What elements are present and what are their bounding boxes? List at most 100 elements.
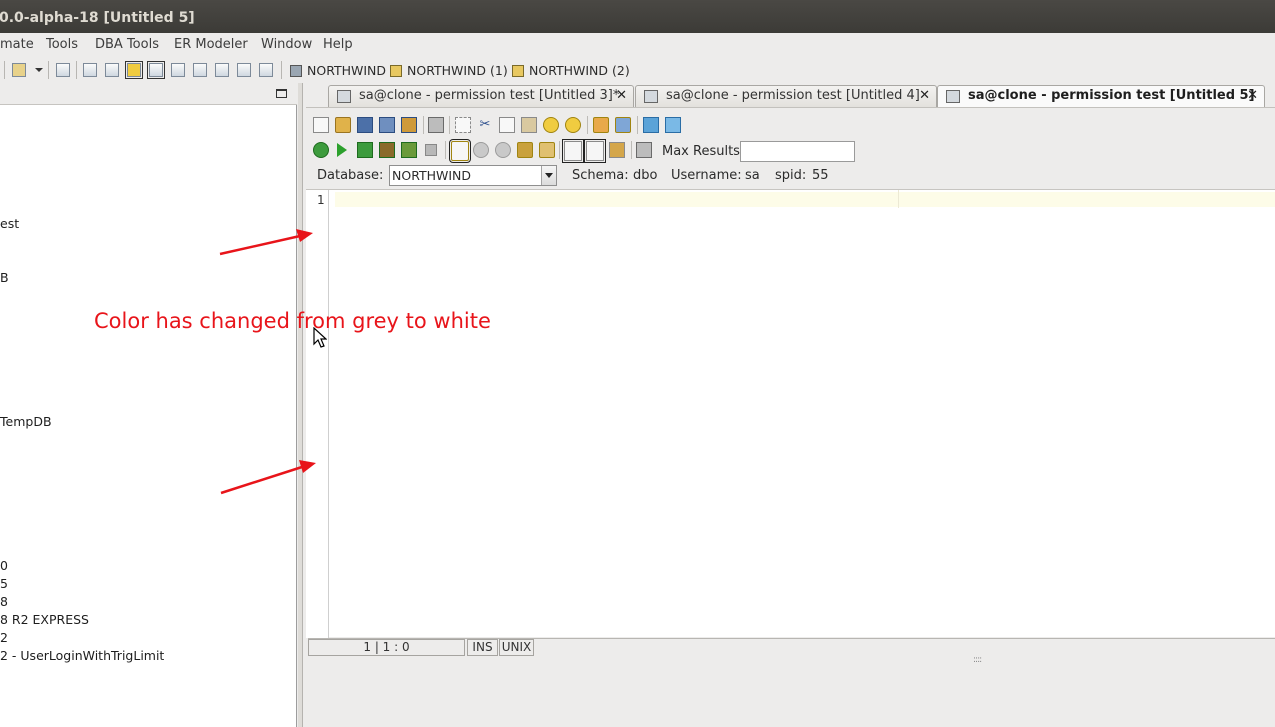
tree-item[interactable]: B (0, 270, 9, 285)
database-select[interactable]: NORTHWIND (389, 165, 557, 186)
tree-item[interactable]: 8 (0, 594, 8, 609)
replace-icon[interactable] (615, 117, 631, 133)
connection-tab-northwind[interactable]: NORTHWIND (290, 63, 386, 78)
copy-icon[interactable] (499, 117, 515, 133)
object-tree-panel: est B TempDB 0 5 8 8 R2 EXPRESS 2 2 - Us… (0, 83, 297, 727)
toolbar-separator (445, 141, 446, 159)
grid-icon[interactable] (147, 61, 165, 79)
rollback-icon[interactable] (495, 142, 511, 158)
export-icon[interactable] (609, 142, 625, 158)
transaction-icon[interactable] (539, 142, 555, 158)
main-toolbar: NORTHWIND NORTHWIND (1) NORTHWIND (2) (0, 57, 1275, 83)
tab-untitled-5[interactable]: sa@clone - permission test [Untitled 5] … (937, 85, 1265, 107)
lock-icon[interactable] (517, 142, 533, 158)
toolbar-separator (637, 116, 638, 134)
paste-icon[interactable] (521, 117, 537, 133)
menu-item-er-modeler[interactable]: ER Modeler (174, 37, 248, 52)
restore-window-icon[interactable] (276, 89, 287, 98)
current-line-highlight (335, 192, 1275, 207)
database-icon (390, 64, 402, 77)
toolbar-separator (587, 116, 588, 134)
sql-code-editor[interactable]: 1 (306, 189, 1275, 638)
save-icon[interactable] (357, 117, 373, 133)
tree-item[interactable]: 0 (0, 558, 8, 573)
run-icon[interactable] (337, 143, 347, 157)
toolbar-separator (4, 61, 5, 79)
menu-item-dba-tools[interactable]: DBA Tools (95, 37, 159, 52)
open-folder-icon[interactable] (335, 117, 351, 133)
case-convert-icon[interactable] (665, 117, 681, 133)
schema-value: dbo (633, 168, 658, 183)
menu-item-window[interactable]: Window (261, 37, 312, 52)
table-icon[interactable] (83, 63, 97, 77)
schema-icon[interactable] (171, 63, 185, 77)
tree-item[interactable]: 8 R2 EXPRESS (0, 612, 89, 627)
menu-bar: mate Tools DBA Tools ER Modeler Window H… (0, 33, 1275, 57)
cut-icon[interactable]: ✂ (477, 117, 493, 133)
tree-item[interactable]: est (0, 216, 19, 231)
view-icon[interactable] (105, 63, 119, 77)
commit-mode-icon[interactable] (449, 139, 471, 163)
tree-item[interactable]: 2 - UserLoginWithTrigLimit (0, 648, 164, 663)
stop-icon[interactable] (425, 144, 437, 156)
username-value: sa (745, 168, 760, 183)
annotation-text: Color has changed from grey to white (94, 309, 491, 333)
connect-icon[interactable] (12, 63, 26, 77)
explain-icon[interactable] (401, 142, 417, 158)
line-number: 1 (317, 193, 325, 207)
insert-mode[interactable]: INS (467, 639, 498, 656)
close-icon[interactable]: ✕ (919, 86, 930, 106)
refresh-icon[interactable] (313, 142, 329, 158)
resize-grip[interactable]: :::: (973, 655, 982, 665)
chevron-down-icon[interactable] (35, 68, 43, 72)
editor-status-bar: 1 | 1 : 0 INS UNIX (308, 638, 1275, 656)
results-grid-icon[interactable] (562, 139, 584, 163)
print-icon[interactable] (56, 63, 70, 77)
select-all-icon[interactable] (455, 117, 471, 133)
sql-editor-icon (337, 90, 351, 103)
toolbar-separator (423, 116, 424, 134)
close-icon[interactable]: ✕ (1247, 86, 1258, 106)
save-as-icon[interactable] (379, 117, 395, 133)
connection-tab-northwind-1[interactable]: NORTHWIND (1) (390, 63, 508, 78)
redo-icon[interactable] (565, 117, 581, 133)
toolbar-separator (281, 61, 282, 79)
max-results-input[interactable] (740, 141, 855, 162)
save-all-icon[interactable] (401, 117, 417, 133)
toolbar-separator (631, 141, 632, 159)
spid-value: 55 (812, 168, 829, 183)
editor-tab-bar: sa@clone - permission test [Untitled 3]*… (303, 83, 1275, 107)
print-icon[interactable] (428, 117, 444, 133)
find-icon[interactable] (593, 117, 609, 133)
connection-tab-northwind-2[interactable]: NORTHWIND (2) (512, 63, 630, 78)
tab-untitled-4[interactable]: sa@clone - permission test [Untitled 4] … (635, 85, 937, 107)
report-icon[interactable] (259, 63, 273, 77)
tab-untitled-3[interactable]: sa@clone - permission test [Untitled 3]*… (328, 85, 634, 107)
menu-item-format[interactable]: mate (0, 37, 34, 52)
format-sql-icon[interactable] (643, 117, 659, 133)
chart-icon[interactable] (237, 63, 251, 77)
commit-icon[interactable] (473, 142, 489, 158)
print-results-icon[interactable] (636, 142, 652, 158)
menu-item-tools[interactable]: Tools (46, 37, 78, 52)
right-margin-line (898, 190, 899, 208)
tree-item[interactable]: 5 (0, 576, 8, 591)
line-ending-mode[interactable]: UNIX (499, 639, 534, 656)
tree-item[interactable]: TempDB (0, 414, 52, 429)
username-label: Username: (671, 168, 742, 183)
form-icon[interactable] (215, 63, 229, 77)
undo-icon[interactable] (543, 117, 559, 133)
new-file-icon[interactable] (313, 117, 329, 133)
chevron-down-icon[interactable] (541, 166, 556, 185)
run-current-icon[interactable] (357, 142, 373, 158)
list-icon[interactable] (193, 63, 207, 77)
window-title: 0.0-alpha-18 [Untitled 5] (0, 10, 195, 26)
run-script-icon[interactable] (379, 142, 395, 158)
close-icon[interactable]: ✕ (616, 86, 627, 106)
query-icon[interactable] (125, 61, 143, 79)
results-text-icon[interactable] (584, 139, 606, 163)
database-icon (290, 64, 302, 77)
toolbar-separator (76, 61, 77, 79)
menu-item-help[interactable]: Help (323, 37, 353, 52)
tree-item[interactable]: 2 (0, 630, 8, 645)
